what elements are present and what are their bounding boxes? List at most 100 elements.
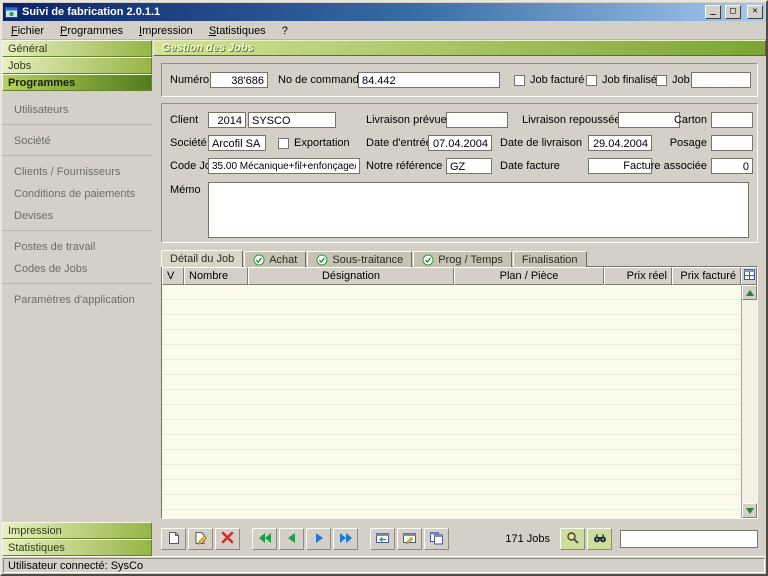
edit-record-button[interactable] (188, 528, 213, 550)
last-record-button[interactable] (333, 528, 358, 550)
binoculars-icon (593, 531, 607, 548)
sidebar-section-impression[interactable]: Impression (2, 522, 152, 539)
tab-label: Sous-traitance (332, 254, 403, 266)
maximize-button[interactable]: □ (725, 5, 741, 19)
code-job-field[interactable] (208, 158, 360, 174)
numero-field[interactable] (210, 72, 268, 88)
find-button[interactable] (587, 528, 612, 550)
page-title: Gestion des Jobs (153, 40, 766, 56)
first-arrow-icon (258, 532, 272, 547)
numero-label: Numéro (170, 74, 209, 86)
societe-field[interactable] (208, 135, 266, 151)
delete-record-button[interactable] (215, 528, 240, 550)
magnifier-icon (566, 531, 580, 548)
commande-label: No de commande (278, 74, 365, 86)
sidebar: Général Jobs Programmes Utilisateurs Soc… (2, 40, 152, 556)
sidebar-item-parametres[interactable]: Paramètres d'application (2, 289, 152, 311)
sidebar-section-jobs[interactable]: Jobs (2, 57, 152, 74)
menu-impression[interactable]: Impression (131, 22, 201, 39)
column-header-designation[interactable]: Désignation (248, 267, 454, 285)
copy-record-button[interactable] (424, 528, 449, 550)
job-header-extra-field[interactable] (691, 72, 751, 88)
table-body[interactable] (162, 285, 741, 518)
sidebar-section-general[interactable]: Général (2, 40, 152, 57)
column-header-plan-piece[interactable]: Plan / Pièce (454, 267, 604, 285)
check-circle-icon (316, 254, 328, 266)
sidebar-item-list: Utilisateurs Société Clients / Fournisse… (2, 91, 152, 522)
job-detail-panel: Client Livraison prévue Livraison repous… (161, 103, 758, 243)
new-record-button[interactable] (161, 528, 186, 550)
column-chooser-button[interactable] (741, 267, 757, 285)
menu-help[interactable]: ? (274, 22, 296, 39)
delete-x-icon (221, 531, 234, 547)
menu-statistiques[interactable]: Statistiques (201, 22, 274, 39)
edit-window-button[interactable] (397, 528, 422, 550)
sidebar-item-utilisateurs[interactable]: Utilisateurs (2, 99, 152, 125)
client-code-field[interactable] (208, 112, 246, 128)
date-entree-field[interactable] (428, 135, 492, 151)
job-detail-table: V Nombre Désignation Plan / Pièce Prix r… (161, 266, 758, 519)
posage-label: Posage (670, 137, 707, 149)
client-label: Client (170, 114, 198, 126)
carton-field[interactable] (711, 112, 753, 128)
reference-field[interactable] (446, 158, 492, 174)
sidebar-section-statistiques[interactable]: Statistiques (2, 539, 152, 556)
tab-finalisation[interactable]: Finalisation (513, 251, 587, 267)
next-arrow-icon (312, 532, 326, 547)
next-record-button[interactable] (306, 528, 331, 550)
main-area: Gestion des Jobs Numéro No de commande J… (152, 40, 766, 556)
app-window: Suivi de fabrication 2.0.1.1 _ □ ✕ Fichi… (0, 0, 768, 576)
sidebar-item-clients-fournisseurs[interactable]: Clients / Fournisseurs (2, 161, 152, 183)
memo-field[interactable] (208, 182, 749, 238)
tab-detail-du-job[interactable]: Détail du Job (161, 250, 243, 267)
sidebar-item-devises[interactable]: Devises (2, 205, 152, 231)
livraison-repoussee-field[interactable] (618, 112, 680, 128)
column-header-v[interactable]: V (162, 267, 184, 285)
close-button[interactable]: ✕ (747, 5, 763, 19)
livraison-repoussee-label: Livraison repoussée (522, 114, 620, 126)
vertical-scrollbar[interactable] (741, 285, 757, 518)
previous-record-button[interactable] (279, 528, 304, 550)
search-button[interactable] (560, 528, 585, 550)
column-header-prix-reel[interactable]: Prix réel (604, 267, 672, 285)
tab-label: Achat (269, 254, 297, 266)
sidebar-item-conditions-paiements[interactable]: Conditions de paiements (2, 183, 152, 205)
facture-associee-field[interactable] (711, 158, 753, 174)
first-record-button[interactable] (252, 528, 277, 550)
carton-label: Carton (674, 114, 707, 126)
livraison-prevue-field[interactable] (446, 112, 508, 128)
livraison-prevue-label: Livraison prévue (366, 114, 447, 126)
check-circle-icon (422, 254, 434, 266)
tab-strip: Détail du Job Achat Sous-traitance Prog … (161, 250, 758, 267)
client-name-field[interactable] (248, 112, 336, 128)
sidebar-section-programmes[interactable]: Programmes (2, 74, 152, 91)
date-livraison-label: Date de livraison (500, 137, 582, 149)
scroll-up-button[interactable] (742, 285, 757, 300)
sidebar-item-societe[interactable]: Société (2, 130, 152, 156)
exportation-checkbox[interactable]: Exportation (278, 137, 350, 149)
job-facture-checkbox[interactable]: Job facturé (514, 74, 584, 86)
date-facture-label: Date facture (500, 160, 560, 172)
content-area: Général Jobs Programmes Utilisateurs Soc… (2, 40, 766, 556)
column-header-prix-facture[interactable]: Prix facturé (672, 267, 741, 285)
posage-field[interactable] (711, 135, 753, 151)
menu-programmes[interactable]: Programmes (52, 22, 131, 39)
tab-sous-traitance[interactable]: Sous-traitance (307, 251, 412, 267)
job-header-panel: Numéro No de commande Job facturé Job fi… (161, 63, 758, 97)
sidebar-item-postes-travail[interactable]: Postes de travail (2, 236, 152, 258)
window-title: Suivi de fabrication 2.0.1.1 (22, 6, 701, 18)
menu-fichier[interactable]: Fichier (3, 22, 52, 39)
tab-achat[interactable]: Achat (244, 251, 306, 267)
column-header-nombre[interactable]: Nombre (184, 267, 248, 285)
sidebar-item-codes-jobs[interactable]: Codes de Jobs (2, 258, 152, 284)
search-input[interactable] (620, 530, 758, 548)
job-finalise-checkbox[interactable]: Job finalisé (586, 74, 657, 86)
open-window-button[interactable] (370, 528, 395, 550)
tab-prog-temps[interactable]: Prog / Temps (413, 251, 512, 267)
commande-field[interactable] (358, 72, 500, 88)
minimize-button[interactable]: _ (705, 5, 721, 19)
date-livraison-field[interactable] (588, 135, 652, 151)
title-bar[interactable]: Suivi de fabrication 2.0.1.1 _ □ ✕ (3, 3, 765, 21)
scroll-down-button[interactable] (742, 503, 757, 518)
exportation-label: Exportation (294, 137, 350, 149)
